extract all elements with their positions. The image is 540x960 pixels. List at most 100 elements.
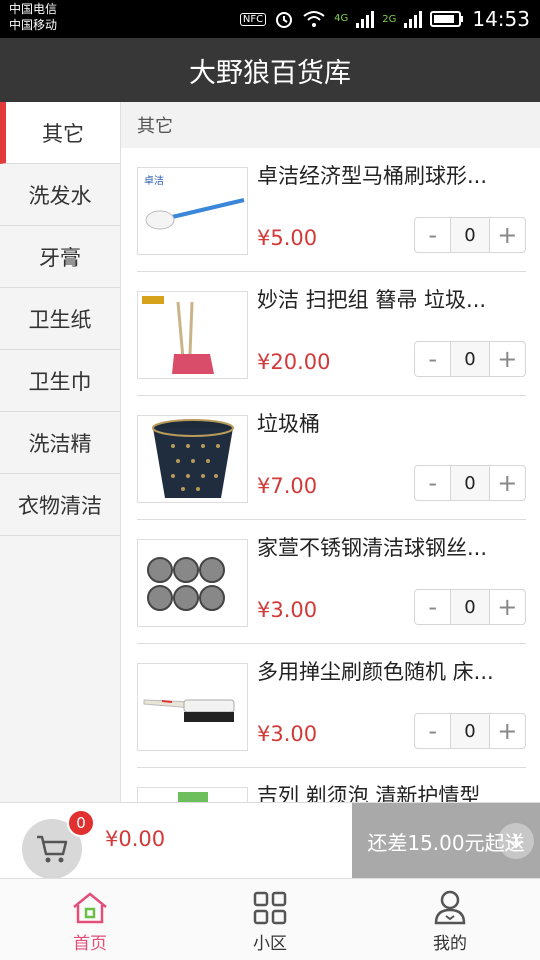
tab-home[interactable]: 首页 <box>0 879 180 960</box>
product-name: 妙洁 扫把组 簮帚 垃圾... <box>257 288 487 312</box>
list-item[interactable]: 卓洁 卓洁经济型马桶刷球形... ¥5.00 - 0 + <box>137 148 526 272</box>
quantity-stepper: - 0 + <box>414 465 526 501</box>
signal-4g-icon: 4G <box>334 14 348 24</box>
list-item[interactable]: 家萱不锈钢清洁球钢丝... ¥3.00 - 0 + <box>137 520 526 644</box>
product-list[interactable]: 其它 卓洁 卓洁经济型马桶刷球形... ¥5.00 - 0 + 妙洁 扫把组 簮… <box>121 102 540 802</box>
broom-set-image <box>142 296 214 374</box>
grid-icon <box>253 891 287 925</box>
sidebar-item-other[interactable]: 其它 <box>0 102 120 164</box>
carrier-1: 中国电信 <box>9 2 58 16</box>
sidebar-item-toilet-paper[interactable]: 卫生纸 <box>0 288 120 350</box>
product-name: 卓洁经济型马桶刷球形... <box>257 164 488 188</box>
product-image[interactable] <box>137 539 248 627</box>
steel-wool-image <box>147 557 225 611</box>
decrement-button[interactable]: - <box>415 714 450 748</box>
tab-profile[interactable]: 我的 <box>360 879 540 960</box>
scroll-down-button[interactable] <box>498 823 534 859</box>
status-bar: 中国电信 中国移动 NFC 4G 2G 14:53 <box>0 0 540 38</box>
sidebar-item-toothpaste[interactable]: 牙膏 <box>0 226 120 288</box>
product-price: ¥3.00 <box>257 598 318 622</box>
bottom-tab-bar: 首页 小区 我的 <box>0 878 540 960</box>
shopping-cart-icon <box>37 835 68 863</box>
product-price: ¥3.00 <box>257 722 318 746</box>
sidebar-item-label: 卫生纸 <box>28 307 92 332</box>
checkout-button[interactable]: 还差15.00元起送 <box>352 803 540 879</box>
sidebar-item-label: 卫生巾 <box>28 369 92 394</box>
product-price: ¥7.00 <box>257 474 318 498</box>
trash-can-image <box>152 419 234 498</box>
sidebar-item-label: 牙膏 <box>39 245 81 270</box>
status-icons: NFC 4G 2G 14:53 <box>239 0 530 38</box>
cart-bar: 0 ¥0.00 还差15.00元起送 <box>0 802 540 879</box>
carrier-info: 中国电信 中国移动 <box>9 1 57 33</box>
quantity-stepper: - 0 + <box>414 341 526 377</box>
decrement-button[interactable]: - <box>415 590 450 624</box>
network-2g-label: 2G <box>382 13 397 25</box>
product-image[interactable] <box>137 415 248 503</box>
sidebar-item-laundry[interactable]: 衣物清洁 <box>0 474 120 536</box>
decrement-button[interactable]: - <box>415 466 450 500</box>
section-header: 其它 <box>121 102 540 148</box>
product-price: ¥5.00 <box>257 226 318 250</box>
increment-button[interactable]: + <box>490 466 525 500</box>
increment-button[interactable]: + <box>490 218 525 252</box>
product-image[interactable] <box>137 787 248 802</box>
sidebar-item-shampoo[interactable]: 洗发水 <box>0 164 120 226</box>
quantity-stepper: - 0 + <box>414 589 526 625</box>
sidebar-item-label: 洗发水 <box>28 183 92 208</box>
duster-brush-image <box>143 699 235 722</box>
quantity-value: 0 <box>450 466 490 500</box>
product-name: 多用掸尘刷颜色随机 床... <box>257 660 494 684</box>
product-image[interactable] <box>137 663 248 751</box>
quantity-value: 0 <box>450 590 490 624</box>
tab-label: 我的 <box>433 934 467 954</box>
clock: 14:53 <box>472 7 530 31</box>
list-item[interactable]: 妙洁 扫把组 簮帚 垃圾... ¥20.00 - 0 + <box>137 272 526 396</box>
product-image[interactable] <box>137 291 248 379</box>
product-name: 垃圾桶 <box>257 412 320 436</box>
category-sidebar: 其它 洗发水 牙膏 卫生纸 卫生巾 洗洁精 衣物清洁 <box>0 102 121 802</box>
sidebar-item-label: 衣物清洁 <box>18 493 102 518</box>
signal-bars-icon <box>356 11 375 28</box>
increment-button[interactable]: + <box>490 590 525 624</box>
quantity-value: 0 <box>450 714 490 748</box>
increment-button[interactable]: + <box>490 342 525 376</box>
carrier-2: 中国移动 <box>9 18 58 32</box>
tab-label: 小区 <box>253 934 287 954</box>
sidebar-item-label: 洗洁精 <box>28 431 92 456</box>
list-item[interactable]: 垃圾桶 ¥7.00 - 0 + <box>137 396 526 520</box>
quantity-value: 0 <box>450 218 490 252</box>
sidebar-item-dish-soap[interactable]: 洗洁精 <box>0 412 120 474</box>
signal-2g-icon: 2G <box>382 14 396 25</box>
network-4g-label: 4G <box>334 13 349 24</box>
list-item[interactable]: 多用掸尘刷颜色随机 床... ¥3.00 - 0 + <box>137 644 526 768</box>
product-image[interactable]: 卓洁 <box>137 167 248 255</box>
arrow-down-icon <box>509 834 523 849</box>
quantity-value: 0 <box>450 342 490 376</box>
decrement-button[interactable]: - <box>415 342 450 376</box>
wifi-icon <box>303 11 325 27</box>
profile-icon <box>434 890 466 925</box>
cart-count-badge: 0 <box>67 809 95 837</box>
quantity-stepper: - 0 + <box>414 217 526 253</box>
cart-total: ¥0.00 <box>105 827 166 851</box>
signal-bars-icon-2 <box>404 11 423 28</box>
battery-icon <box>430 11 464 27</box>
nfc-icon: NFC <box>239 12 267 26</box>
decrement-button[interactable]: - <box>415 218 450 252</box>
sidebar-item-label: 其它 <box>42 121 84 146</box>
quantity-stepper: - 0 + <box>414 713 526 749</box>
product-name: 家萱不锈钢清洁球钢丝... <box>257 536 488 560</box>
header: 大野狼百货库 <box>0 38 540 102</box>
sidebar-item-sanitary-pad[interactable]: 卫生巾 <box>0 350 120 412</box>
increment-button[interactable]: + <box>490 714 525 748</box>
tab-label: 首页 <box>73 934 107 954</box>
section-title: 其它 <box>137 116 173 137</box>
page-title: 大野狼百货库 <box>189 57 351 89</box>
product-name: 吉列 剃须泡 清新护情型 <box>257 784 481 802</box>
tab-community[interactable]: 小区 <box>180 879 360 960</box>
home-icon <box>73 892 107 924</box>
list-item[interactable]: 吉列 剃须泡 清新护情型 <box>137 768 526 802</box>
toilet-brush-image: 卓洁 <box>144 174 245 230</box>
shaving-foam-image <box>178 792 208 802</box>
